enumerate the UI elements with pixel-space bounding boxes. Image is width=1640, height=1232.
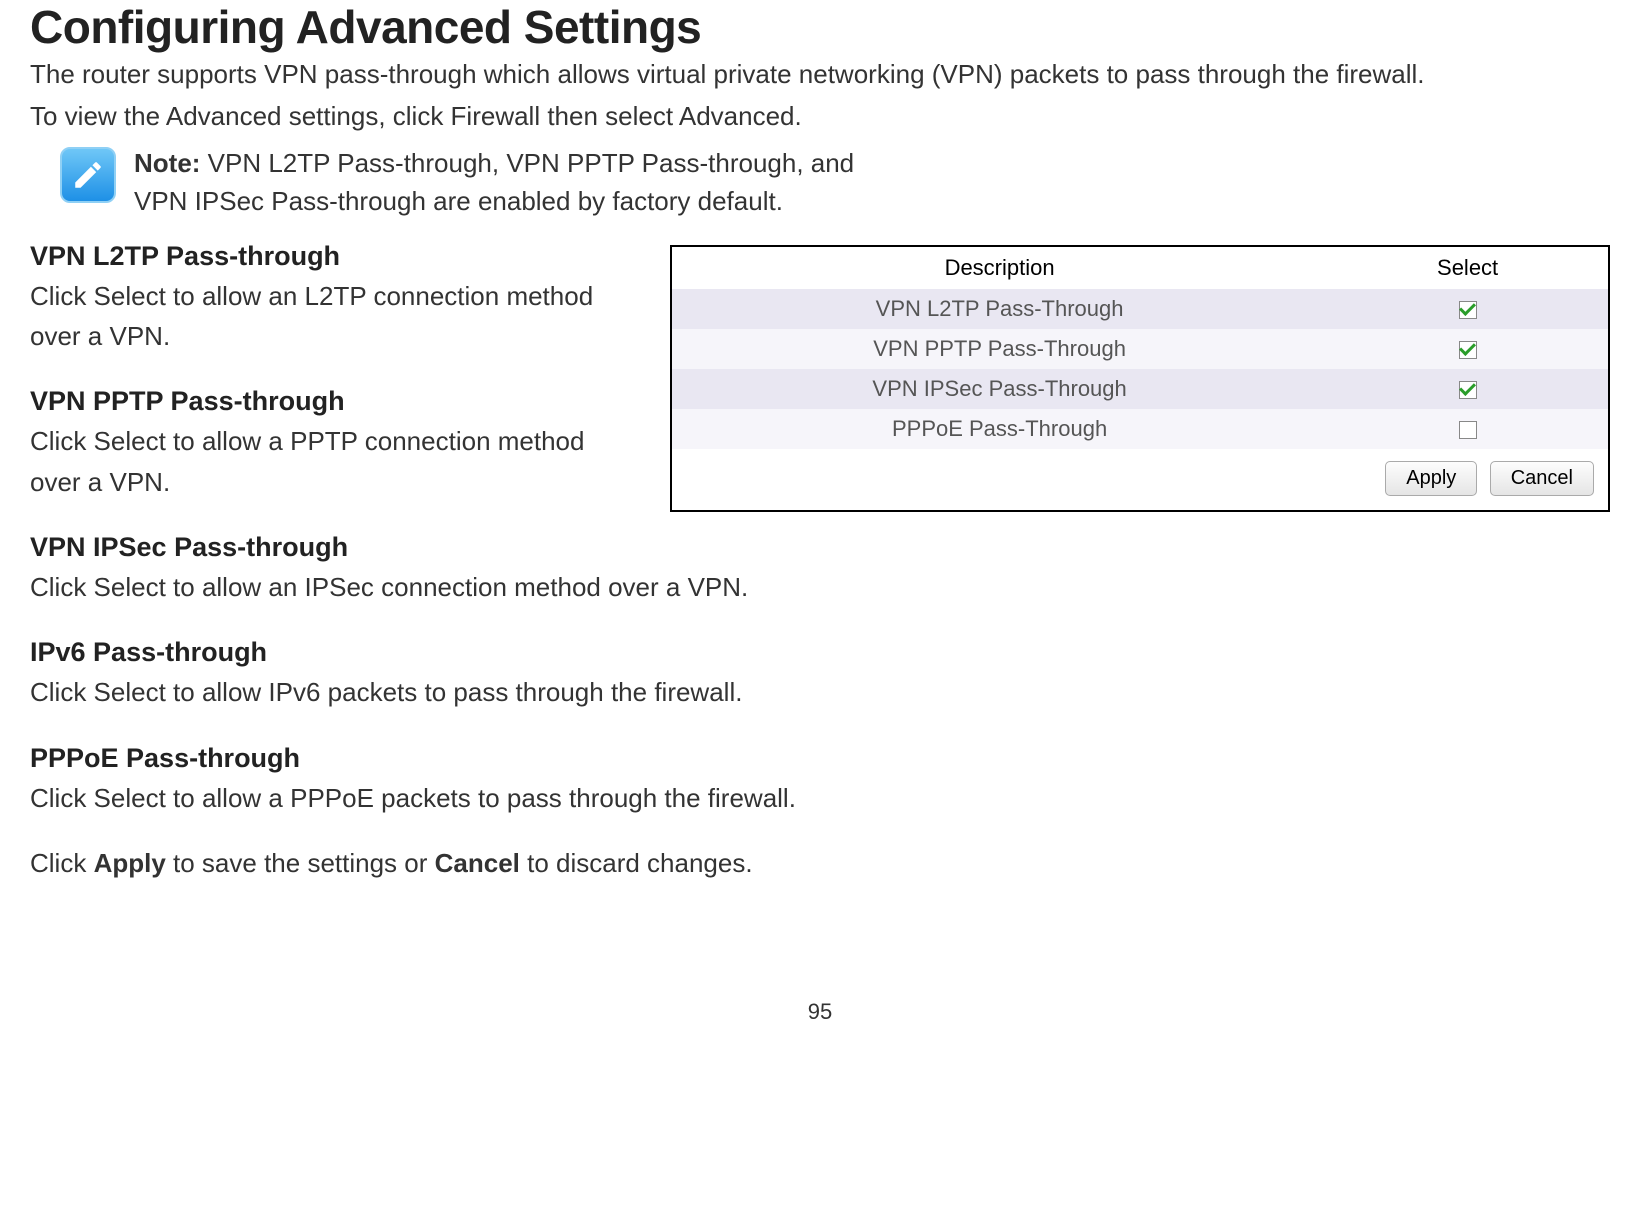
panel-footer: Apply Cancel bbox=[672, 449, 1608, 510]
apply-pre: Click bbox=[30, 848, 94, 878]
table-row: VPN IPSec Pass-Through bbox=[672, 369, 1608, 409]
section-ipsec: VPN IPSec Pass-through Click Select to a… bbox=[30, 532, 1230, 607]
pencil-icon bbox=[71, 158, 105, 192]
intro-line-1: The router supports VPN pass-through whi… bbox=[30, 56, 1610, 94]
section-body: Click Select to allow IPv6 packets to pa… bbox=[30, 672, 1230, 712]
section-ipv6: IPv6 Pass-through Click Select to allow … bbox=[30, 637, 1230, 712]
table-row: VPN PPTP Pass-Through bbox=[672, 329, 1608, 369]
section-l2tp: VPN L2TP Pass-through Click Select to al… bbox=[30, 241, 630, 357]
intro-line-2: To view the Advanced settings, click Fir… bbox=[30, 98, 1610, 136]
section-body: Click Select to allow a PPTP connection … bbox=[30, 421, 630, 502]
col-description: Description bbox=[672, 247, 1327, 289]
apply-post: to discard changes. bbox=[520, 848, 753, 878]
row-description: PPPoE Pass-Through bbox=[672, 409, 1327, 449]
note-label: Note: bbox=[134, 148, 200, 178]
cancel-button[interactable]: Cancel bbox=[1490, 461, 1594, 496]
apply-cancel-line: Click Apply to save the settings or Canc… bbox=[30, 848, 1610, 879]
col-select: Select bbox=[1327, 247, 1608, 289]
section-pppoe: PPPoE Pass-through Click Select to allow… bbox=[30, 743, 1230, 818]
page-number: 95 bbox=[30, 999, 1610, 1025]
section-title: IPv6 Pass-through bbox=[30, 637, 1230, 668]
settings-panel: Description Select VPN L2TP Pass-Through… bbox=[670, 245, 1610, 512]
section-title: VPN IPSec Pass-through bbox=[30, 532, 1230, 563]
apply-button[interactable]: Apply bbox=[1385, 461, 1477, 496]
settings-table: Description Select VPN L2TP Pass-Through… bbox=[672, 247, 1608, 449]
table-row: PPPoE Pass-Through bbox=[672, 409, 1608, 449]
checkbox-l2tp[interactable] bbox=[1459, 301, 1477, 319]
section-title: VPN PPTP Pass-through bbox=[30, 386, 630, 417]
row-description: VPN L2TP Pass-Through bbox=[672, 289, 1327, 329]
apply-word: Apply bbox=[94, 848, 166, 878]
cancel-word: Cancel bbox=[435, 848, 520, 878]
page-title: Configuring Advanced Settings bbox=[30, 0, 1610, 54]
note-block: Note: VPN L2TP Pass-through, VPN PPTP Pa… bbox=[60, 145, 1610, 220]
note-line-2: VPN IPSec Pass-through are enabled by fa… bbox=[134, 186, 783, 216]
section-pptp: VPN PPTP Pass-through Click Select to al… bbox=[30, 386, 630, 502]
section-body: Click Select to allow an IPSec connectio… bbox=[30, 567, 1230, 607]
apply-mid: to save the settings or bbox=[166, 848, 435, 878]
section-body: Click Select to allow a PPPoE packets to… bbox=[30, 778, 1230, 818]
table-row: VPN L2TP Pass-Through bbox=[672, 289, 1608, 329]
section-title: VPN L2TP Pass-through bbox=[30, 241, 630, 272]
checkbox-pppoe[interactable] bbox=[1459, 421, 1477, 439]
section-body: Click Select to allow an L2TP connection… bbox=[30, 276, 630, 357]
note-text: Note: VPN L2TP Pass-through, VPN PPTP Pa… bbox=[134, 145, 854, 220]
section-title: PPPoE Pass-through bbox=[30, 743, 1230, 774]
note-line-1: VPN L2TP Pass-through, VPN PPTP Pass-thr… bbox=[200, 148, 854, 178]
row-description: VPN IPSec Pass-Through bbox=[672, 369, 1327, 409]
row-description: VPN PPTP Pass-Through bbox=[672, 329, 1327, 369]
checkbox-pptp[interactable] bbox=[1459, 341, 1477, 359]
checkbox-ipsec[interactable] bbox=[1459, 381, 1477, 399]
pencil-note-icon bbox=[60, 147, 116, 203]
